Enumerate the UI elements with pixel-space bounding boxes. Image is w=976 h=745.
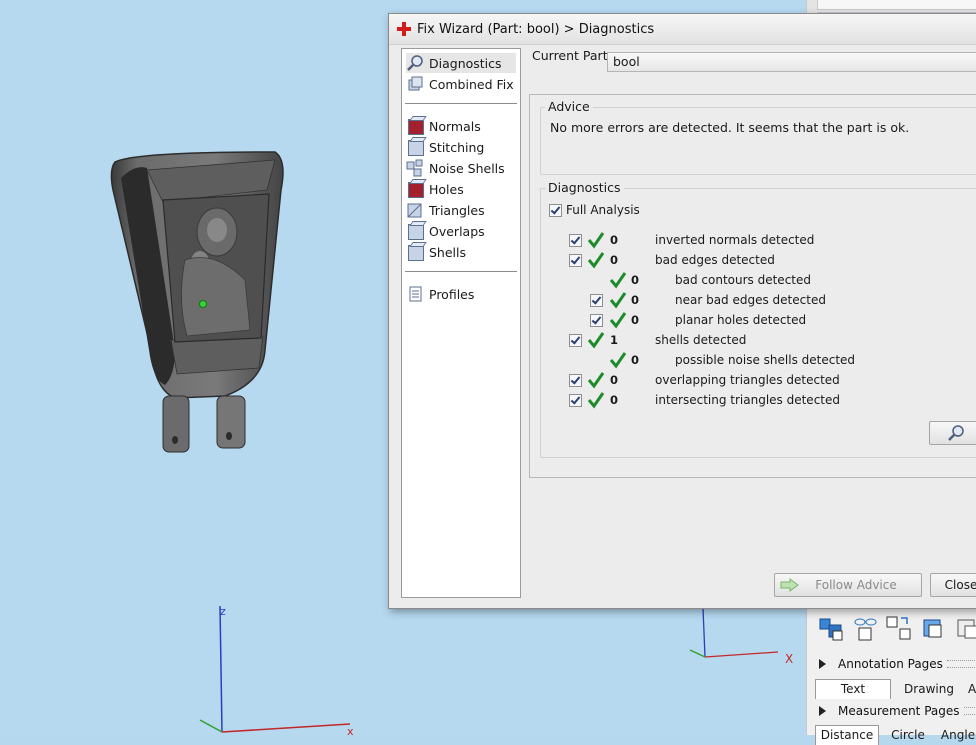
nav-item-label: Combined Fix <box>429 76 514 92</box>
full-analysis-label: Full Analysis <box>566 203 640 217</box>
close-button[interactable]: Close <box>930 573 976 597</box>
tab-angle[interactable]: Angle <box>937 725 976 745</box>
wizard-nav-list: Diagnostics Combined Fix Normals Stitchi… <box>401 48 521 598</box>
annotation-tabs: Text Drawing A <box>815 679 976 699</box>
ok-check-icon <box>587 252 605 269</box>
diagnostics-legend: Diagnostics <box>545 180 624 195</box>
toggle-check-icon[interactable] <box>885 614 913 642</box>
document-icon <box>406 285 424 303</box>
diag-row-planar-holes: 0 planar holes detected <box>541 311 976 329</box>
nav-item-label: Normals <box>429 118 481 134</box>
row-checkbox[interactable] <box>590 294 603 307</box>
expand-arrow-icon[interactable] <box>819 659 826 669</box>
shells-cube-icon <box>406 243 424 261</box>
nav-item-label: Holes <box>429 181 464 197</box>
magnifier-icon <box>406 54 424 72</box>
dialog-title: Fix Wizard (Part: bool) > Diagnostics <box>417 21 655 37</box>
diag-row-inverted-normals: 0 inverted normals detected <box>541 231 976 249</box>
row-checkbox[interactable] <box>569 254 582 267</box>
diag-row-overlapping-triangles: 0 overlapping triangles detected <box>541 371 976 389</box>
nav-item-combined-fix[interactable]: Combined Fix <box>406 74 516 94</box>
dialog-titlebar[interactable]: Fix Wizard (Part: bool) > Diagnostics <box>389 14 976 45</box>
magnifier-icon <box>948 425 964 441</box>
arrow-right-icon <box>780 578 799 592</box>
diag-row-near-bad-edges: 0 near bad edges detected <box>541 291 976 309</box>
ok-check-icon <box>609 352 627 369</box>
row-checkbox[interactable] <box>569 234 582 247</box>
row-checkbox[interactable] <box>590 314 603 327</box>
overlaps-cube-icon <box>406 222 424 240</box>
nav-item-label: Overlaps <box>429 223 485 239</box>
tab-drawing[interactable]: Drawing <box>891 679 967 699</box>
ok-check-icon <box>609 312 627 329</box>
diagnostics-group: Diagnostics Full Analysis 0 inverted nor… <box>540 180 976 458</box>
normals-cube-icon <box>406 117 424 135</box>
triangles-cube-icon <box>406 201 424 219</box>
ok-check-icon <box>587 332 605 349</box>
row-checkbox[interactable] <box>569 374 582 387</box>
row-checkbox[interactable] <box>569 334 582 347</box>
holes-cube-icon <box>406 180 424 198</box>
axis-x2-label: X <box>785 652 793 666</box>
row-checkbox[interactable] <box>569 394 582 407</box>
advice-text: No more errors are detected. It seems th… <box>550 120 910 135</box>
nav-item-label: Diagnostics <box>429 55 502 71</box>
nav-divider <box>405 271 517 272</box>
ok-check-icon <box>587 392 605 409</box>
nav-item-triangles[interactable]: Triangles <box>406 200 516 220</box>
wizard-content: Current Part: bool Advice No more errors… <box>529 48 976 608</box>
axis-x-label: x <box>347 725 354 735</box>
noise-shells-icon <box>406 159 424 177</box>
nav-item-shells[interactable]: Shells <box>406 242 516 262</box>
nav-item-diagnostics[interactable]: Diagnostics <box>406 53 516 73</box>
annotation-pages-row[interactable]: Annotation Pages <box>807 654 976 674</box>
diag-row-bad-edges: 0 bad edges detected <box>541 251 976 269</box>
nav-item-holes[interactable]: Holes <box>406 179 516 199</box>
nav-item-noise-shells[interactable]: Noise Shells <box>406 158 516 178</box>
ok-check-icon <box>587 372 605 389</box>
full-analysis-checkbox[interactable] <box>549 204 562 217</box>
visibility-icon[interactable] <box>851 614 879 642</box>
nav-item-stitching[interactable]: Stitching <box>406 137 516 157</box>
diag-row-bad-contours: 0 bad contours detected <box>541 271 976 289</box>
advice-legend: Advice <box>545 99 593 114</box>
view-toolbar <box>817 614 976 642</box>
diag-row-shells: 1 shells detected <box>541 331 976 349</box>
ok-check-icon <box>609 272 627 289</box>
tab-a[interactable]: A <box>967 679 976 699</box>
tab-distance[interactable]: Distance <box>815 725 879 745</box>
nav-item-profiles[interactable]: Profiles <box>406 284 516 304</box>
diagnostics-panel: Advice No more errors are detected. It s… <box>529 94 976 478</box>
diag-row-intersecting-triangles: 0 intersecting triangles detected <box>541 391 976 409</box>
nav-item-label: Shells <box>429 244 467 260</box>
ok-check-icon <box>587 232 605 249</box>
advice-group: Advice No more errors are detected. It s… <box>540 99 976 175</box>
tab-circle[interactable]: Circle <box>879 725 937 745</box>
measurement-pages-row[interactable]: Measurement Pages <box>807 701 976 721</box>
measurement-tabs: Distance Circle Angle <box>815 725 976 745</box>
fix-wizard-dialog: Fix Wizard (Part: bool) > Diagnostics Di… <box>388 13 976 609</box>
stack-icon <box>406 75 424 93</box>
stitching-cube-icon <box>406 138 424 156</box>
cube-blue-icon[interactable] <box>919 614 947 642</box>
current-part-select[interactable]: bool <box>607 52 976 72</box>
nav-item-label: Noise Shells <box>429 160 505 176</box>
update-diagnostics-button[interactable] <box>929 421 976 445</box>
ok-check-icon <box>609 292 627 309</box>
tab-text[interactable]: Text <box>815 679 891 699</box>
app-cross-icon <box>397 22 411 36</box>
blue-cubes-icon[interactable] <box>817 614 845 642</box>
nav-item-label: Triangles <box>429 202 485 218</box>
nav-divider <box>405 103 517 104</box>
nav-item-label: Profiles <box>429 286 475 302</box>
current-part-label: Current Part: <box>532 48 612 63</box>
nav-item-overlaps[interactable]: Overlaps <box>406 221 516 241</box>
expand-arrow-icon[interactable] <box>819 706 826 716</box>
nav-item-normals[interactable]: Normals <box>406 116 516 136</box>
axis-z-label: z <box>220 605 226 618</box>
cube-outline-icon[interactable] <box>953 614 976 642</box>
nav-item-label: Stitching <box>429 139 485 155</box>
follow-advice-button[interactable]: Follow Advice <box>774 573 922 597</box>
diag-row-noise-shells: 0 possible noise shells detected <box>541 351 976 369</box>
